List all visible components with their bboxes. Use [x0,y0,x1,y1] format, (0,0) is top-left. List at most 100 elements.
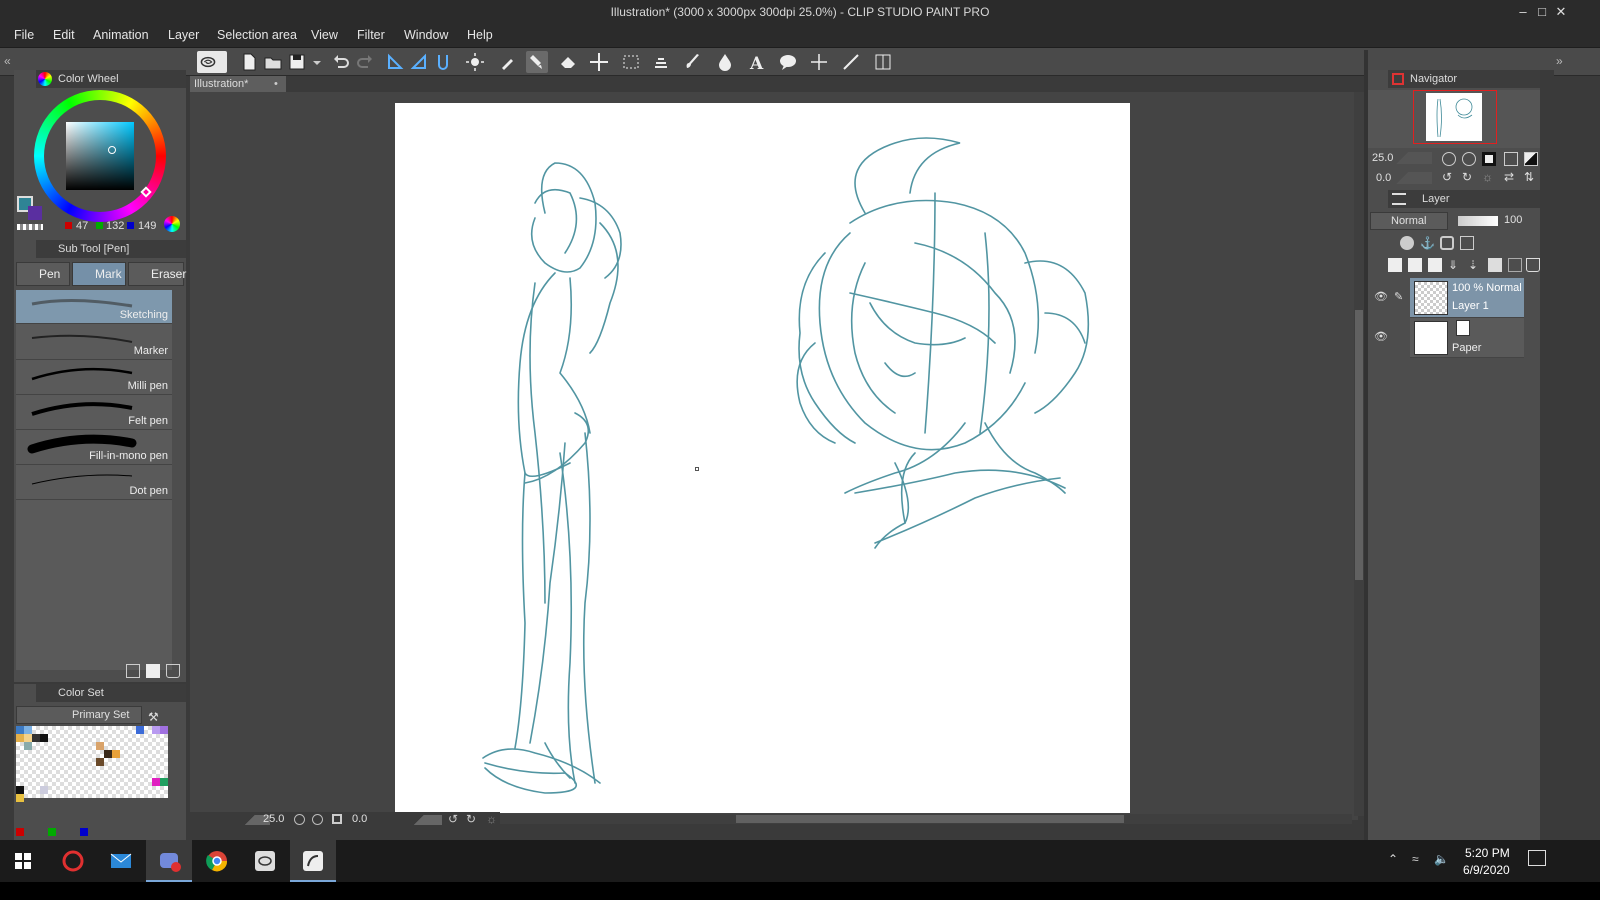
mail-app-icon[interactable] [98,840,144,882]
color-set-tools-icon[interactable]: ⚒ [148,710,159,724]
layer1-edit-icon[interactable]: ✎ [1394,290,1403,303]
eraser-tool-icon[interactable] [557,51,579,73]
transparent-color-swatch[interactable] [17,224,43,230]
new-folder-icon[interactable] [1428,258,1442,272]
pen-tool-icon[interactable] [526,51,548,73]
document-close-icon[interactable]: • [274,76,278,92]
transfer-down-icon[interactable]: ⇓ [1448,258,1462,272]
dropper-icon[interactable] [496,51,518,73]
clip-studio-paint-app-icon[interactable] [290,840,336,882]
lock-layer-icon[interactable] [1440,236,1454,250]
ruler-layer-icon[interactable] [1508,258,1522,272]
selection-tool-icon[interactable] [620,51,642,73]
document-tab[interactable]: Illustration* • [190,76,286,92]
layer-mask-icon[interactable] [1488,258,1502,272]
lock-transparency-icon[interactable] [1460,236,1474,250]
zoom-in-icon[interactable] [312,814,323,825]
frame-tool-icon[interactable] [872,51,894,73]
nav-flip-icon[interactable] [1524,152,1538,166]
nav-reset-rotation-icon[interactable]: ☼ [1482,170,1493,184]
color-picker-cursor[interactable] [108,146,116,154]
tray-chevron-icon[interactable]: ⌃ [1388,852,1398,866]
volume-icon[interactable]: 🔈 [1434,852,1449,866]
opacity-slider[interactable] [1458,216,1498,226]
layer-row-paper[interactable]: Paper [1410,318,1524,358]
saturation-value-square[interactable] [66,122,134,190]
brush-dot-pen[interactable]: Dot pen [16,466,172,500]
correction-icon-1[interactable] [384,51,406,73]
nav-zoom-out-icon[interactable] [1442,152,1456,166]
group-marker-button[interactable]: Mark [72,262,126,286]
menu-filter[interactable]: Filter [357,28,385,42]
menu-view[interactable]: View [311,28,338,42]
delete-subtool-icon[interactable] [166,664,180,678]
brush-sketching[interactable]: Sketching [16,290,172,324]
move-tool-icon[interactable] [588,51,610,73]
vertical-scroll-thumb[interactable] [1355,310,1363,580]
color-wheel-tab[interactable]: Color Wheel [36,70,186,88]
navigator-tab[interactable]: Navigator [1388,70,1540,88]
correction-icon-2[interactable] [408,51,430,73]
clipping-icon[interactable] [1400,236,1414,250]
brightness-icon[interactable] [464,51,486,73]
blend-mode-select[interactable]: Normal [1370,212,1448,230]
menu-window[interactable]: Window [404,28,448,42]
create-subtool-icon[interactable] [146,664,160,678]
color-set-grid[interactable] [16,726,168,802]
auto-select-icon[interactable] [650,51,672,73]
fit-screen-icon[interactable] [332,814,342,824]
brush-fill-in-mono-pen[interactable]: Fill-in-mono pen [16,431,172,465]
reference-layer-icon[interactable]: ⚓ [1420,236,1435,250]
horizontal-scroll-thumb[interactable] [736,815,1124,823]
clip-studio-app-icon[interactable] [242,840,288,882]
new-vector-layer-icon[interactable] [1408,258,1422,272]
new-file-icon[interactable] [238,51,260,73]
nav-fit-icon[interactable] [1482,152,1496,166]
vertical-scrollbar[interactable] [1354,92,1364,816]
antivirus-app-icon[interactable] [50,840,96,882]
menu-layer[interactable]: Layer [168,28,199,42]
reset-rotation-icon[interactable]: ☼ [486,812,497,826]
menu-file[interactable]: File [14,28,34,42]
minimize-button[interactable]: – [1514,3,1532,21]
save-icon[interactable] [286,51,308,73]
collapse-right-icon[interactable]: » [1556,54,1563,68]
brush-tool-icon[interactable] [682,51,704,73]
group-eraser-button[interactable]: Eraser [128,262,186,286]
collapse-left-icon[interactable]: « [4,54,11,68]
horizontal-scrollbar[interactable] [500,814,1352,824]
notification-icon[interactable] [1528,850,1546,866]
menu-animation[interactable]: Animation [93,28,149,42]
menu-help[interactable]: Help [467,28,493,42]
layer-tab[interactable]: Layer [1388,190,1540,208]
rotation-slider[interactable] [396,815,442,825]
sub-tool-tab[interactable]: Sub Tool [Pen] [36,240,186,258]
sub-color-swatch[interactable] [28,206,42,220]
menu-edit[interactable]: Edit [53,28,75,42]
rotate-left-icon[interactable]: ↺ [448,812,458,826]
group-pen-button[interactable]: Pen [16,262,70,286]
delete-layer-icon[interactable] [1526,258,1540,272]
nav-zoom-in-icon[interactable] [1462,152,1476,166]
clip-studio-icon[interactable] [197,51,227,73]
copy-subtool-icon[interactable] [126,664,140,678]
navigator-preview-area[interactable] [1368,90,1540,148]
wifi-icon[interactable]: ≈ [1412,852,1419,866]
discord-app-icon[interactable] [146,840,192,882]
chrome-app-icon[interactable] [194,840,240,882]
brush-marker[interactable]: Marker [16,326,172,360]
brush-milli-pen[interactable]: Milli pen [16,361,172,395]
menu-selection-area[interactable]: Selection area [217,28,297,42]
close-button[interactable]: ✕ [1552,3,1570,21]
ruler-tool-icon[interactable] [808,51,830,73]
fill-tool-icon[interactable] [714,51,736,73]
nav-flip-horizontal-icon[interactable]: ⇄ [1504,170,1514,184]
start-button[interactable] [0,840,46,882]
color-set-tab[interactable]: Color Set [36,684,186,702]
redo-icon[interactable] [354,51,376,73]
zoom-out-icon[interactable] [294,814,305,825]
maximize-button[interactable]: □ [1533,3,1551,21]
rotate-right-icon[interactable]: ↻ [466,812,476,826]
color-mode-icon[interactable] [164,216,180,232]
nav-rotate-left-icon[interactable]: ↺ [1442,170,1452,184]
